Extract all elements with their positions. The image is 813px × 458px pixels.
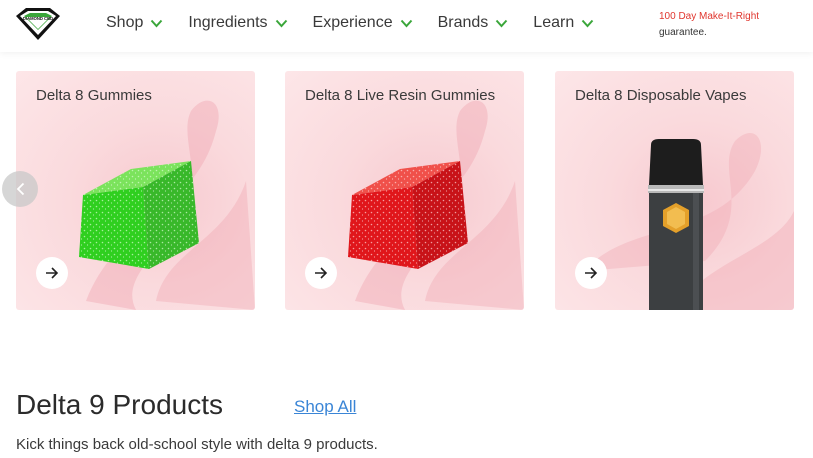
- chevron-down-icon: [581, 19, 594, 27]
- category-card-delta-8-live-resin-gummies[interactable]: Delta 8 Live Resin Gummies: [285, 71, 524, 310]
- card-title: Delta 8 Live Resin Gummies: [305, 87, 496, 104]
- nav-brands-label: Brands: [437, 14, 489, 31]
- carousel-prev-button[interactable]: [2, 171, 38, 207]
- section-title: Delta 9 Products: [16, 389, 223, 420]
- nav-ingredients[interactable]: Ingredients: [188, 14, 287, 32]
- nav-experience[interactable]: Experience: [313, 14, 413, 32]
- diamond-cbd-logo[interactable]: DIAMOND CBD: [14, 6, 62, 42]
- arrow-right-icon: [46, 267, 59, 279]
- green-gummy-cube-image: [79, 161, 199, 269]
- red-gummy-cube-image: [348, 161, 468, 269]
- disposable-vape-pen-image: [648, 139, 704, 310]
- main-nav: Shop Ingredients Experience Brands Learn: [106, 14, 619, 32]
- nav-learn-label: Learn: [533, 14, 575, 31]
- section-description: Kick things back old-school style with d…: [16, 436, 378, 453]
- nav-shop-label: Shop: [106, 14, 144, 31]
- arrow-right-icon: [585, 267, 598, 279]
- chevron-down-icon: [275, 19, 287, 27]
- card-arrow-button[interactable]: [36, 257, 68, 289]
- nav-ingredients-label: Ingredients: [188, 14, 268, 31]
- chevron-down-icon: [496, 19, 508, 27]
- chevron-down-icon: [400, 19, 412, 27]
- category-card-delta-8-gummies[interactable]: Delta 8 Gummies: [16, 71, 255, 310]
- chevron-down-icon: [151, 19, 163, 27]
- category-card-delta-8-disposable-vapes[interactable]: Delta 8 Disposable Vapes: [555, 71, 794, 310]
- guarantee-line2: guarantee.: [659, 27, 707, 38]
- guarantee-link[interactable]: 100 Day Make-It-Right guarantee.: [659, 9, 759, 41]
- card-arrow-button[interactable]: [305, 257, 337, 289]
- guarantee-line1: 100 Day Make-It-Right: [659, 11, 760, 22]
- svg-text:DIAMOND CBD: DIAMOND CBD: [23, 16, 53, 21]
- shop-all-link[interactable]: Shop All: [294, 397, 356, 417]
- nav-shop[interactable]: Shop: [106, 14, 163, 32]
- nav-experience-label: Experience: [312, 14, 393, 31]
- card-title: Delta 8 Disposable Vapes: [575, 87, 747, 104]
- nav-learn[interactable]: Learn: [533, 14, 594, 32]
- arrow-right-icon: [315, 267, 328, 279]
- chevron-left-icon: [16, 182, 24, 196]
- card-arrow-button[interactable]: [575, 257, 607, 289]
- card-title: Delta 8 Gummies: [36, 87, 152, 104]
- nav-brands[interactable]: Brands: [438, 14, 509, 32]
- site-header: DIAMOND CBD Shop Ingredients Experience …: [0, 0, 813, 52]
